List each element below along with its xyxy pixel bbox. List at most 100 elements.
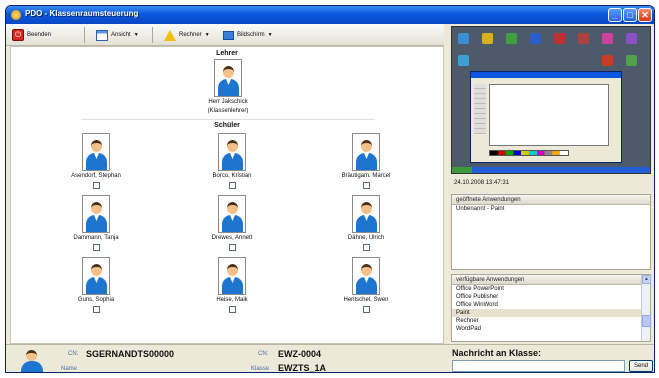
quit-label: Beenden	[27, 32, 52, 38]
warning-icon	[164, 29, 176, 41]
desktop-icon	[506, 33, 517, 44]
students-section-title: Schüler	[214, 122, 240, 129]
view-icon	[96, 29, 108, 41]
view-menu-button[interactable]: Ansicht ▼	[96, 27, 139, 43]
class-label: Klasse	[251, 366, 270, 372]
student-select-checkbox[interactable]	[228, 182, 236, 189]
message-input[interactable]	[452, 360, 625, 372]
student-avatar-icon	[218, 257, 246, 295]
right-panel: 24.10.2008 13:47:31 geöffnete Anwendunge…	[448, 24, 654, 344]
toolbar-divider	[152, 27, 153, 43]
close-button[interactable]: ✕	[638, 8, 652, 22]
student-name: Borco, Kristian	[212, 173, 252, 179]
desktop-icon	[626, 55, 637, 66]
send-button[interactable]: Send	[629, 360, 653, 372]
minimize-button[interactable]: _	[608, 8, 622, 22]
user-avatar-icon	[20, 349, 44, 372]
computer-menu-button[interactable]: Rechner ▼	[164, 27, 210, 43]
available-app-item[interactable]: WordPad	[452, 325, 650, 333]
student-card[interactable]: Drewes, Annett	[187, 195, 277, 251]
student-select-checkbox[interactable]	[228, 244, 236, 251]
screen-preview[interactable]	[451, 26, 651, 174]
teacher-section-title: Lehrer	[216, 50, 238, 57]
desktop-icon	[458, 33, 469, 44]
title-bar[interactable]: PDO - Klassenraumsteuerung _ □ ✕	[6, 6, 654, 24]
maximize-button[interactable]: □	[623, 8, 637, 22]
computer-label: Rechner	[179, 32, 202, 38]
screen-label: Bildschirm	[237, 32, 265, 38]
student-card[interactable]: Guns, Sophia	[51, 257, 141, 313]
power-icon: ⏻	[12, 29, 24, 41]
student-select-checkbox[interactable]	[362, 182, 370, 189]
student-avatar-icon	[82, 195, 110, 233]
app-window: PDO - Klassenraumsteuerung _ □ ✕ ⏻ Beend…	[5, 5, 655, 373]
student-select-checkbox[interactable]	[362, 244, 370, 251]
available-app-item-selected[interactable]: Paint	[452, 309, 650, 317]
student-select-checkbox[interactable]	[92, 182, 100, 189]
available-app-item[interactable]: Office WinWord	[452, 301, 650, 309]
student-card[interactable]: Dähne, Ulrich	[321, 195, 411, 251]
screen-menu-button[interactable]: Bildschirm ▼	[223, 27, 273, 43]
toolbar-divider	[84, 27, 85, 43]
student-card[interactable]: Borco, Kristian	[187, 133, 277, 189]
chevron-down-icon: ▼	[133, 32, 139, 38]
desktop-icon	[458, 55, 469, 66]
student-card[interactable]: Heise, Maik	[187, 257, 277, 313]
app-icon	[11, 10, 21, 20]
chevron-down-icon: ▼	[204, 32, 210, 38]
window-title: PDO - Klassenraumsteuerung	[25, 9, 139, 18]
student-card[interactable]: Hentschel, Swen	[321, 257, 411, 313]
chevron-down-icon: ▼	[267, 32, 273, 38]
desktop-icon	[602, 55, 613, 66]
taskbar-preview	[452, 167, 650, 173]
available-apps-header: verfügbare Anwendungen	[452, 275, 650, 285]
desktop-icon	[554, 33, 565, 44]
desktop-icon	[578, 33, 589, 44]
student-select-checkbox[interactable]	[92, 306, 100, 313]
student-name: Drewes, Annett	[211, 235, 253, 241]
preview-timestamp: 24.10.2008 13:47:31	[454, 180, 510, 186]
toolbar: ⏻ Beenden Ansicht ▼ Rechner ▼ Bildschirm…	[6, 24, 444, 46]
student-card[interactable]: Bräutigam, Marcel	[321, 133, 411, 189]
scroll-up-icon[interactable]: ▲	[642, 275, 651, 284]
desktop-icon	[602, 33, 613, 44]
student-avatar-icon	[352, 257, 380, 295]
desktop-icon	[626, 33, 637, 44]
available-app-item[interactable]: Office PowerPoint	[452, 285, 650, 293]
student-name: Asendorf, Stephan	[71, 173, 121, 179]
section-divider	[81, 119, 375, 120]
student-name: Dähne, Ulrich	[347, 235, 385, 241]
cn-value: SGERNANDTS00000	[86, 349, 175, 359]
teacher-role: (Klassenlehrer)	[207, 108, 249, 114]
available-app-item[interactable]: Rechner	[452, 317, 650, 325]
class-value: EWZTS_1A	[278, 363, 327, 373]
student-select-checkbox[interactable]	[92, 244, 100, 251]
teacher-card[interactable]: Herr Jakschick (Klassenlehrer)	[183, 59, 273, 115]
monitor-icon	[223, 30, 234, 40]
student-avatar-icon	[352, 195, 380, 233]
apps-scrollbar[interactable]: ▲	[641, 275, 651, 341]
open-app-item[interactable]: Unbenannt - Paint	[452, 205, 650, 213]
message-label: Nachricht an Klasse:	[452, 348, 542, 358]
student-select-checkbox[interactable]	[228, 306, 236, 313]
student-name: Dammann, Tanja	[73, 235, 119, 241]
student-name: Heise, Maik	[216, 297, 248, 303]
quit-button[interactable]: ⏻ Beenden	[12, 27, 51, 43]
cn2-value: EWZ-0004	[278, 349, 322, 359]
paint-window-preview	[470, 71, 622, 163]
name-label: Name	[61, 366, 78, 372]
student-avatar-icon	[218, 133, 246, 171]
student-name: Hentschel, Swen	[343, 297, 389, 303]
scroll-thumb[interactable]	[642, 315, 651, 327]
student-card[interactable]: Dammann, Tanja	[51, 195, 141, 251]
student-select-checkbox[interactable]	[362, 306, 370, 313]
available-app-item[interactable]: Office Publisher	[452, 293, 650, 301]
student-card[interactable]: Asendorf, Stephan	[51, 133, 141, 189]
teacher-avatar-icon	[214, 59, 242, 97]
cn-label: CN:	[68, 351, 79, 357]
open-apps-header: geöffnete Anwendungen	[452, 195, 650, 205]
cn2-label: CN:	[258, 351, 269, 357]
student-avatar-icon	[352, 133, 380, 171]
status-bar: CN: SGERNANDTS00000 Name CN: EWZ-0004 Kl…	[6, 344, 654, 373]
student-avatar-icon	[82, 133, 110, 171]
